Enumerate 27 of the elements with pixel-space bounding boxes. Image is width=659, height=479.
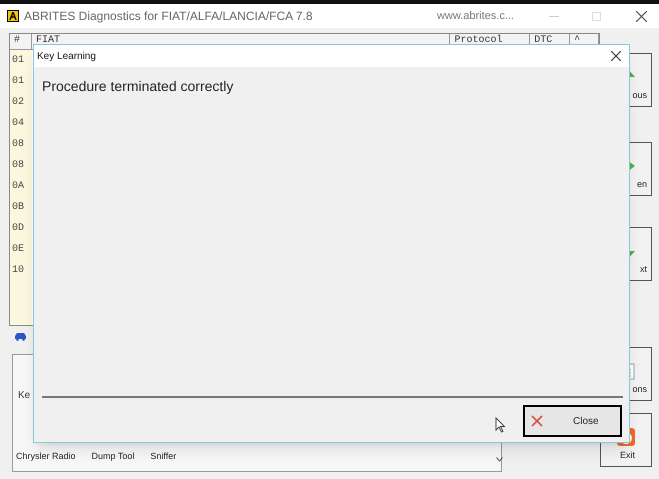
table-cell-text: 04: [11, 117, 26, 131]
mouse-cursor-icon: [495, 417, 506, 433]
car-icon: [14, 332, 27, 340]
table-cell-text: 08: [11, 138, 26, 152]
table-cell-text: 02: [11, 96, 26, 110]
window-url: www.abrites.c...: [436, 8, 514, 24]
table-cell-text: 01: [11, 54, 26, 68]
table-cell-text: 01: [11, 75, 26, 89]
table-cell-text: 0E: [11, 243, 26, 257]
table-cell-text: 0D: [11, 222, 26, 236]
close-icon[interactable]: [636, 10, 647, 22]
dialog-message: Procedure terminated correctly: [41, 77, 234, 96]
tool-label[interactable]: Chrysler Radio: [16, 450, 76, 464]
table-cell-text: 10: [11, 264, 26, 278]
tool-label[interactable]: Dump Tool: [92, 450, 134, 464]
window-title: ABRITES Diagnostics for FIAT/ALFA/LANCIA/FCA 7.8: [24, 8, 313, 25]
table-cell-text: 0A: [11, 180, 26, 194]
scroll-down-icon[interactable]: [496, 457, 503, 462]
close-icon: [531, 415, 543, 427]
table-cell-text: 08: [11, 159, 26, 173]
table-cell-text: 0B: [11, 201, 26, 215]
app-logo-icon: [7, 10, 19, 22]
close-icon[interactable]: [611, 51, 621, 61]
close-button[interactable]: Close: [523, 405, 622, 437]
tool-label[interactable]: Sniffer: [150, 450, 176, 464]
dialog-title: Key Learning: [37, 50, 96, 64]
function-label: Ke: [18, 389, 30, 403]
